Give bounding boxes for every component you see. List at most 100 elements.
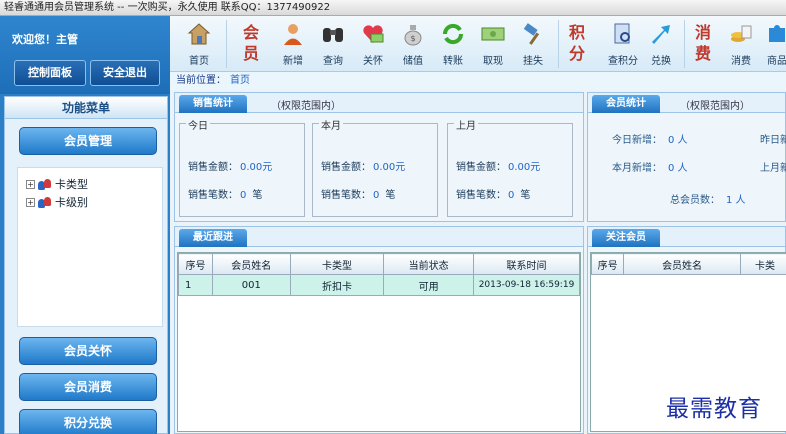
count-value: 0 <box>240 190 247 201</box>
column-header[interactable]: 当前状态 <box>383 253 474 275</box>
home-label: 首页 <box>189 56 209 67</box>
group-char: 消 <box>694 23 711 42</box>
add-member-button[interactable]: 新增 <box>272 16 314 72</box>
group-char: 会 <box>242 23 259 42</box>
cell-no: 1 <box>178 274 213 296</box>
last-month-sales-group: 上月 销售金额： 0.00元 销售笔数： 0 笔 <box>447 117 573 217</box>
column-header[interactable]: 卡类 <box>739 253 786 275</box>
count-unit: 笔 <box>520 190 531 201</box>
goods-button[interactable]: 商品 <box>756 16 786 72</box>
home-icon <box>187 23 211 45</box>
withdraw-label: 取现 <box>483 56 503 67</box>
left-pane: 欢迎您！主管 控制面板 安全退出 功能菜单 会员管理 + 卡类型 + 卡级别 会… <box>0 16 170 434</box>
watermark: 最需教育 <box>666 396 762 422</box>
amount-value: 0.00元 <box>508 162 541 173</box>
divider <box>684 20 685 68</box>
stat-value: 1 人 <box>726 195 746 206</box>
exchange-arrow-icon <box>652 25 670 44</box>
tree-item-label: 卡类型 <box>55 178 88 191</box>
stat-value: 0 人 <box>668 163 688 174</box>
query-points-button[interactable]: 查积分 <box>602 16 644 72</box>
amount-value: 0.00元 <box>240 162 273 173</box>
divider <box>558 20 559 68</box>
count-unit: 笔 <box>252 190 263 201</box>
column-header[interactable]: 卡类型 <box>289 253 385 275</box>
query-button[interactable]: 查询 <box>312 16 354 72</box>
member-care-button[interactable]: 会员关怀 <box>19 337 157 365</box>
add-label: 新增 <box>283 56 303 67</box>
stat-label: 总会员数： <box>670 195 720 206</box>
points-exchange-button[interactable]: 积分兑换 <box>19 409 157 434</box>
count-value: 0 <box>508 190 515 201</box>
today-new-members: 今日新增： 0 人 <box>612 131 688 146</box>
member-consume-button[interactable]: 会员消费 <box>19 373 157 401</box>
cell-time: 2013-09-18 16:59:19 <box>473 274 580 296</box>
member-group-label: 会 员 <box>240 22 262 66</box>
table-header-row: 序号 会员姓名 卡类 <box>591 253 786 275</box>
expand-icon[interactable]: + <box>26 197 35 207</box>
tab-member-stats[interactable]: 会员统计 <box>592 95 660 113</box>
member-stats-panel: 会员统计 （权限范围内） 今日新增： 0 人 昨日新 本月新增： 0 人 上月新 总… <box>587 92 786 222</box>
sales-stats-panel: 销售统计 （权限范围内） 今日 销售金额： 0.00元 销售笔数： 0 笔 本月 销售… <box>174 92 584 222</box>
store-value-label: 储值 <box>403 56 423 67</box>
care-label: 关怀 <box>363 56 383 67</box>
recent-table: 序号 会员姓名 卡类型 当前状态 联系时间 1 001 折扣卡 可用 2013-… <box>178 253 580 296</box>
tree-item-card-type[interactable]: + 卡类型 <box>26 176 88 192</box>
tree-item-card-level[interactable]: + 卡级别 <box>26 194 88 210</box>
recent-followup-grid: 序号 会员姓名 卡类型 当前状态 联系时间 1 001 折扣卡 可用 2013-… <box>177 252 581 432</box>
home-button[interactable]: 首页 <box>178 16 220 72</box>
users-icon <box>38 178 52 190</box>
breadcrumb: 当前位置： 首页 <box>170 72 786 90</box>
exchange-button[interactable]: 兑换 <box>640 16 682 72</box>
table-header-row: 序号 会员姓名 卡类型 当前状态 联系时间 <box>178 253 580 275</box>
sales-tabbar: 销售统计 （权限范围内） <box>175 93 583 113</box>
column-header[interactable]: 序号 <box>178 253 213 275</box>
stat-value: 0 人 <box>668 135 688 146</box>
users-icon <box>38 196 52 208</box>
money-bag-icon: $ <box>404 25 422 46</box>
today-sales-group: 今日 销售金额： 0.00元 销售笔数： 0 笔 <box>179 117 305 217</box>
card-tree: + 卡类型 + 卡级别 <box>17 167 163 327</box>
tab-recent-followup[interactable]: 最近跟进 <box>179 229 247 247</box>
control-panel-button[interactable]: 控制面板 <box>14 60 86 86</box>
table-row[interactable]: 1 001 折扣卡 可用 2013-09-18 16:59:19 <box>178 274 580 296</box>
care-button[interactable]: 关怀 <box>352 16 394 72</box>
last-month-count: 销售笔数： 0 笔 <box>456 186 530 201</box>
breadcrumb-home-link[interactable]: 首页 <box>230 75 250 86</box>
amount-label: 销售金额： <box>188 162 238 173</box>
safe-exit-button[interactable]: 安全退出 <box>90 60 160 86</box>
group-char: 分 <box>568 44 585 63</box>
hammer-icon <box>523 23 540 45</box>
amount-label: 销售金额： <box>321 162 371 173</box>
member-management-button[interactable]: 会员管理 <box>19 127 157 155</box>
withdraw-button[interactable]: 取现 <box>472 16 514 72</box>
count-unit: 笔 <box>385 190 396 201</box>
permission-note: （权限范围内） <box>680 101 750 112</box>
column-header[interactable]: 会员姓名 <box>211 253 291 275</box>
followed-table: 序号 会员姓名 卡类 <box>591 253 786 275</box>
column-header[interactable]: 序号 <box>591 253 625 275</box>
month-amount: 销售金额： 0.00元 <box>321 158 405 173</box>
month-new-members: 本月新增： 0 人 <box>612 159 688 174</box>
yesterday-new-members: 昨日新 <box>760 131 786 146</box>
today-count: 销售笔数： 0 笔 <box>188 186 262 201</box>
welcome-text: 欢迎您！主管 <box>12 33 78 46</box>
points-group-label: 积 分 <box>566 22 588 66</box>
store-value-button[interactable]: $ 储值 <box>392 16 434 72</box>
last-month-legend: 上月 <box>454 117 478 132</box>
transfer-button[interactable]: 转账 <box>432 16 474 72</box>
tab-sales-stats[interactable]: 销售统计 <box>179 95 247 113</box>
expand-icon[interactable]: + <box>26 179 35 189</box>
query-points-label: 查积分 <box>608 56 638 67</box>
report-loss-button[interactable]: 挂失 <box>512 16 554 72</box>
function-menu-header: 功能菜单 <box>5 97 167 119</box>
last-month-new-members: 上月新 <box>760 159 786 174</box>
column-header[interactable]: 会员姓名 <box>623 253 741 275</box>
permission-note: （权限范围内） <box>271 101 341 112</box>
tab-followed-members[interactable]: 关注会员 <box>592 229 660 247</box>
stat-label: 本月新增： <box>612 163 662 174</box>
cell-card-type: 折扣卡 <box>289 274 385 296</box>
column-header[interactable]: 联系时间 <box>473 253 580 275</box>
today-legend: 今日 <box>186 117 210 132</box>
toolbar: 首页 会 员 新增 查询 关怀 $ 储值 转账 取现 挂失 积 分 查积分 兑换… <box>170 16 786 72</box>
